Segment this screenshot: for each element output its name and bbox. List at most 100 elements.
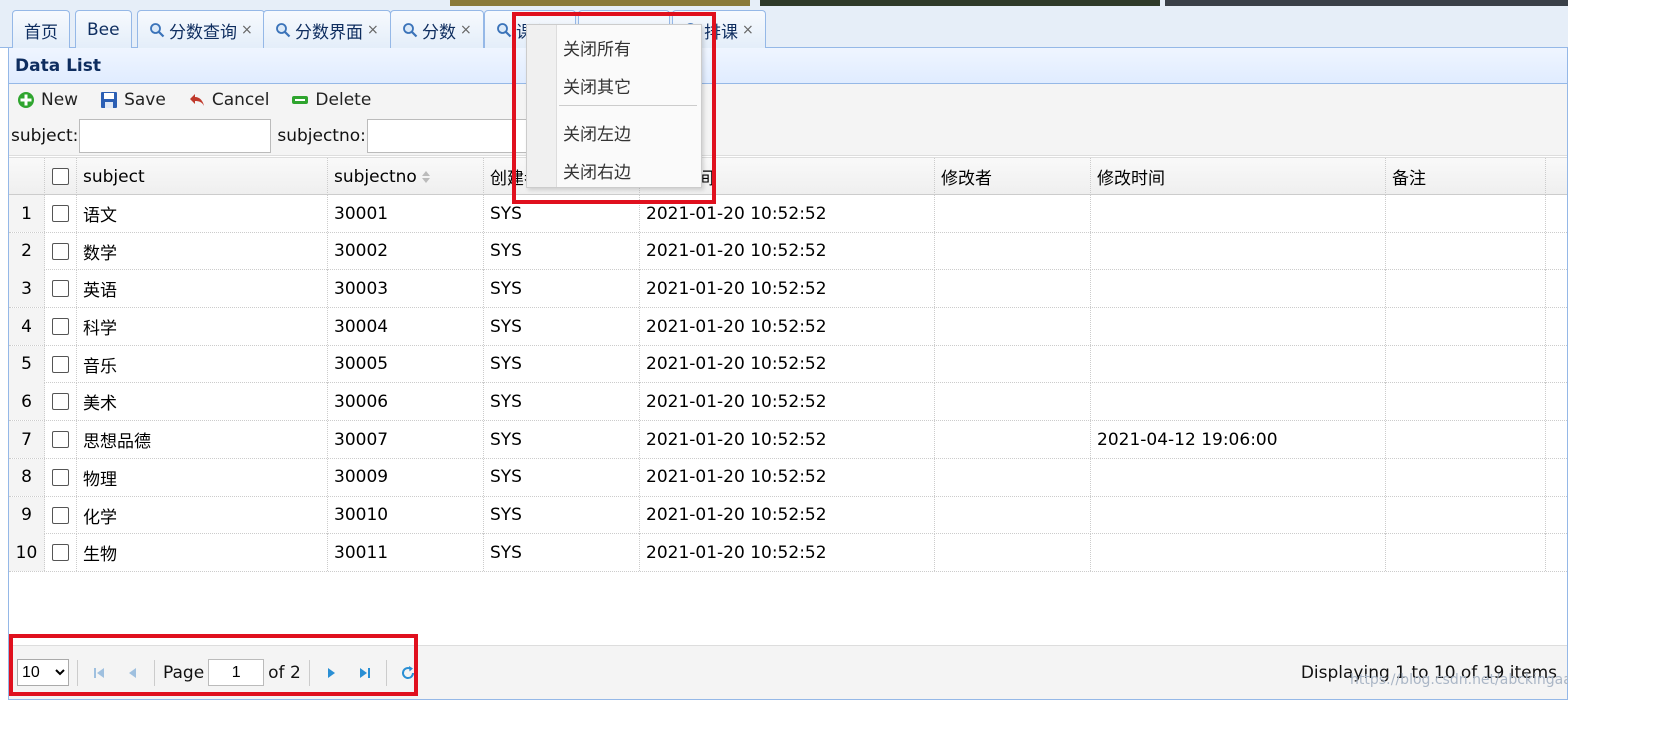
row-checkbox[interactable] <box>52 393 69 411</box>
tab-bee[interactable]: Bee <box>75 10 132 49</box>
row-select[interactable] <box>45 195 77 232</box>
watermark: https://blog.csdn.net/abckingaa <box>1350 672 1572 688</box>
row-select[interactable] <box>45 232 77 270</box>
row-checkbox[interactable] <box>52 318 69 336</box>
table-row[interactable]: 1 语文 30001 SYS 2021-01-20 10:52:52 <box>9 195 1567 233</box>
row-checkbox[interactable] <box>52 205 69 222</box>
close-icon[interactable]: × <box>460 22 472 38</box>
row-number: 1 <box>9 195 45 232</box>
cell-modified <box>1091 270 1386 308</box>
cell-subject: 化学 <box>77 496 328 534</box>
toolbar: New Save Cancel Delete <box>9 84 1567 116</box>
table-row[interactable]: 3 英语 30003 SYS 2021-01-20 10:52:52 <box>9 270 1567 309</box>
cell-modifier <box>935 383 1091 421</box>
delete-button[interactable]: Delete <box>291 90 371 110</box>
row-checkbox[interactable] <box>52 506 69 524</box>
table-row[interactable]: 7 思想品德 30007 SYS 2021-01-20 10:52:52 2021-04-… <box>9 421 1567 459</box>
undo-icon <box>189 94 204 106</box>
cell-created: 2021-01-20 10:52:52 <box>640 383 935 421</box>
row-checkbox[interactable] <box>52 242 69 260</box>
save-button[interactable]: Save <box>100 90 166 110</box>
search-icon <box>497 23 512 38</box>
cell-modifier <box>935 232 1091 270</box>
subject-filter-label: subject: <box>11 125 79 146</box>
bottom-background <box>0 700 1568 742</box>
table-row[interactable]: 5 音乐 30005 SYS 2021-01-20 10:52:52 <box>9 345 1567 384</box>
row-checkbox[interactable] <box>52 468 69 486</box>
cell-note <box>1386 496 1546 534</box>
row-select[interactable] <box>45 383 77 421</box>
header-note[interactable]: 备注 <box>1386 158 1546 195</box>
header-select-all[interactable] <box>45 158 77 195</box>
tab-label: 分数查询 <box>169 22 237 43</box>
row-checkbox[interactable] <box>52 544 69 562</box>
header-modifier[interactable]: 修改者 <box>935 158 1091 195</box>
cell-subject: 音乐 <box>77 345 328 383</box>
cell-modified <box>1091 496 1386 534</box>
tab-score-ui[interactable]: 分数界面 × <box>263 10 391 49</box>
row-select[interactable] <box>45 270 77 308</box>
cell-note <box>1386 345 1546 383</box>
cell-note <box>1386 534 1546 572</box>
cell-subject: 语文 <box>77 195 328 232</box>
cancel-button[interactable]: Cancel <box>188 90 269 110</box>
row-select[interactable] <box>45 308 77 346</box>
tab-score[interactable]: 分数 × <box>390 10 484 49</box>
row-number: 10 <box>9 534 45 572</box>
table-row[interactable]: 2 数学 30002 SYS 2021-01-20 10:52:52 <box>9 232 1567 271</box>
subject-filter-input[interactable] <box>79 118 272 153</box>
row-select[interactable] <box>45 458 77 496</box>
close-icon[interactable]: × <box>241 22 253 38</box>
tab-label: 分数界面 <box>295 22 363 43</box>
cell-modifier <box>935 496 1091 534</box>
cell-subjectno: 30002 <box>328 232 484 270</box>
cell-modified <box>1091 308 1386 346</box>
add-icon <box>18 92 34 108</box>
table-row[interactable]: 9 化学 30010 SYS 2021-01-20 10:52:52 <box>9 496 1567 535</box>
cell-creator: SYS <box>484 421 640 459</box>
cell-subjectno: 30001 <box>328 195 484 232</box>
cell-created: 2021-01-20 10:52:52 <box>640 496 935 534</box>
cell-subject: 生物 <box>77 534 328 572</box>
tab-score-query[interactable]: 分数查询 × <box>137 10 265 49</box>
new-button[interactable]: New <box>17 90 78 110</box>
subjectno-filter-label: subjectno: <box>277 125 366 146</box>
row-number: 5 <box>9 345 45 383</box>
select-all-checkbox[interactable] <box>52 168 69 185</box>
cell-modified <box>1091 232 1386 270</box>
data-list-panel: Data List New Save Cancel Delete subject… <box>8 48 1568 700</box>
row-number: 9 <box>9 496 45 534</box>
tab-home[interactable]: 首页 <box>12 10 70 49</box>
cell-note <box>1386 383 1546 421</box>
cell-subjectno: 30010 <box>328 496 484 534</box>
cell-created: 2021-01-20 10:52:52 <box>640 534 935 572</box>
row-checkbox[interactable] <box>52 431 69 449</box>
cell-modifier <box>935 270 1091 308</box>
cell-creator: SYS <box>484 232 640 270</box>
row-select[interactable] <box>45 496 77 534</box>
row-checkbox[interactable] <box>52 280 69 298</box>
cell-modifier <box>935 345 1091 383</box>
table-row[interactable]: 4 科学 30004 SYS 2021-01-20 10:52:52 <box>9 308 1567 346</box>
row-select[interactable] <box>45 421 77 459</box>
table-row[interactable]: 6 美术 30006 SYS 2021-01-20 10:52:52 <box>9 383 1567 422</box>
cell-subject: 英语 <box>77 270 328 308</box>
sort-icon <box>421 170 430 183</box>
table-row[interactable]: 10 生物 30011 SYS 2021-01-20 10:52:52 <box>9 534 1567 572</box>
row-checkbox[interactable] <box>52 355 69 373</box>
close-icon[interactable]: × <box>367 22 379 38</box>
row-number: 2 <box>9 232 45 270</box>
header-subject[interactable]: subject <box>77 158 328 195</box>
header-modified[interactable]: 修改时间 <box>1091 158 1386 195</box>
tab-label: Bee <box>87 20 120 40</box>
table-row[interactable]: 8 物理 30009 SYS 2021-01-20 10:52:52 <box>9 458 1567 497</box>
grid-body: 1 语文 30001 SYS 2021-01-20 10:52:52 2 数学 30002 SY… <box>9 195 1567 572</box>
search-icon <box>276 23 291 38</box>
close-icon[interactable]: × <box>742 22 754 38</box>
row-select[interactable] <box>45 534 77 572</box>
header-subjectno[interactable]: subjectno <box>328 158 484 195</box>
cell-creator: SYS <box>484 345 640 383</box>
row-select[interactable] <box>45 345 77 383</box>
cell-creator: SYS <box>484 534 640 572</box>
delete-button-label: Delete <box>315 90 372 110</box>
